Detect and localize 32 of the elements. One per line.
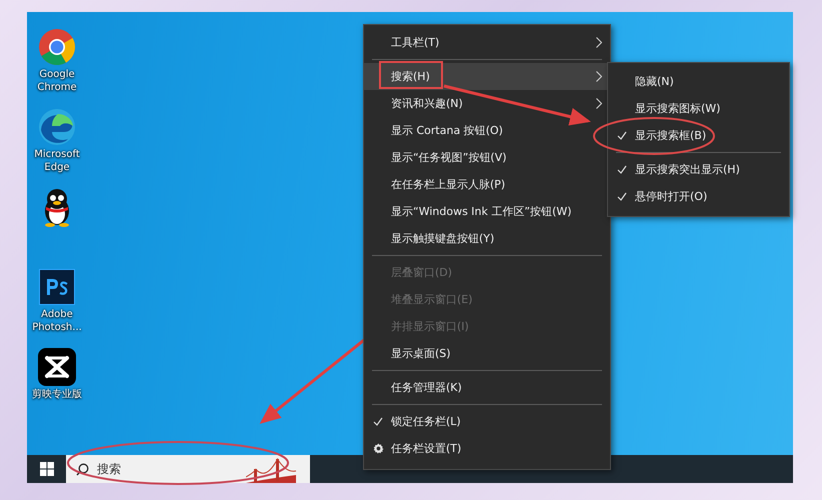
menu-item[interactable]: 显示搜索突出显示(H) bbox=[608, 156, 789, 183]
menu-item[interactable]: 搜索(H) bbox=[364, 63, 610, 90]
menu-item[interactable]: 任务栏设置(T) bbox=[364, 435, 610, 462]
windows-logo-icon bbox=[40, 462, 54, 476]
check-icon bbox=[617, 192, 627, 201]
menu-item[interactable]: 在任务栏上显示人脉(P) bbox=[364, 171, 610, 198]
menu-item[interactable]: 显示“任务视图”按钮(V) bbox=[364, 144, 610, 171]
photoshop-logo-icon bbox=[39, 269, 75, 305]
menu-item[interactable]: 锁定任务栏(L) bbox=[364, 408, 610, 435]
check-icon bbox=[617, 165, 627, 174]
search-icon bbox=[76, 462, 89, 476]
taskbar-search-box[interactable]: 搜索 bbox=[66, 455, 310, 483]
settings-icon bbox=[373, 443, 384, 454]
menu-item[interactable]: 显示“Windows Ink 工作区”按钮(W) bbox=[364, 198, 610, 225]
menu-item[interactable]: 显示搜索框(B) bbox=[608, 122, 789, 149]
menu-item[interactable]: 显示桌面(S) bbox=[364, 340, 610, 367]
chrome-logo-icon bbox=[38, 28, 76, 66]
search-field[interactable]: 搜索 bbox=[97, 462, 197, 476]
menu-item[interactable]: 工具栏(T) bbox=[364, 29, 610, 56]
menu-item[interactable]: 显示 Cortana 按钮(O) bbox=[364, 117, 610, 144]
check-icon bbox=[373, 417, 383, 426]
menu-item[interactable]: 隐藏(N) bbox=[608, 68, 789, 95]
edge-logo-icon bbox=[38, 108, 76, 146]
check-icon bbox=[617, 131, 627, 140]
menu-item[interactable]: 悬停时打开(O) bbox=[608, 183, 789, 210]
menu-item[interactable]: 显示触摸键盘按钮(Y) bbox=[364, 225, 610, 252]
menu-item[interactable]: 显示搜索图标(W) bbox=[608, 95, 789, 122]
highlight-frame bbox=[379, 61, 443, 89]
menu-item[interactable]: 任务管理器(K) bbox=[364, 374, 610, 401]
bridge-drawing bbox=[246, 457, 296, 483]
menu-item[interactable]: 资讯和兴趣(N) bbox=[364, 90, 610, 117]
capcut-logo-icon bbox=[38, 348, 76, 386]
